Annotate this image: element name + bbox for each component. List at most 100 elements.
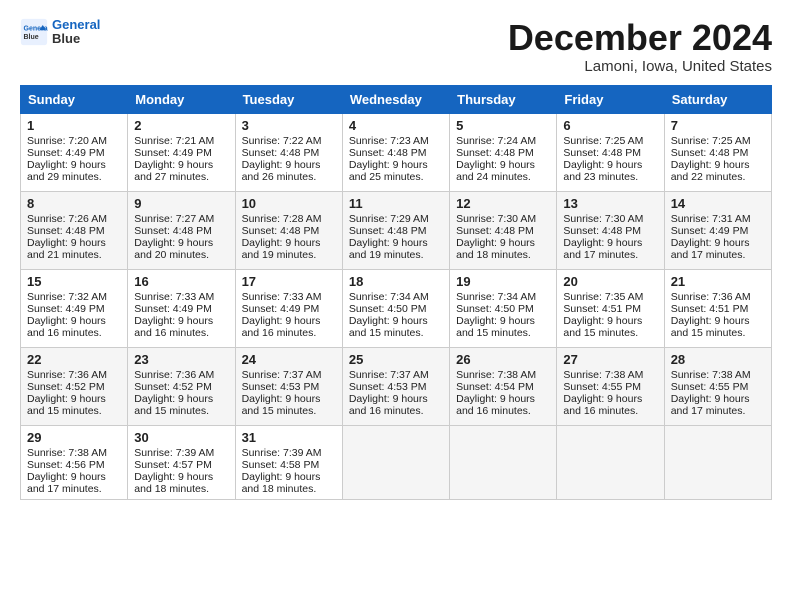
daylight: Daylight: 9 hours and 18 minutes. bbox=[456, 237, 550, 261]
day-number: 23 bbox=[134, 352, 228, 367]
day-number: 27 bbox=[563, 352, 657, 367]
day-number: 1 bbox=[27, 118, 121, 133]
weekday-header-wednesday: Wednesday bbox=[342, 85, 449, 113]
daylight: Daylight: 9 hours and 16 minutes. bbox=[563, 393, 657, 417]
sunrise: Sunrise: 7:26 AM bbox=[27, 213, 121, 225]
sunset: Sunset: 4:50 PM bbox=[456, 303, 550, 315]
sunset: Sunset: 4:49 PM bbox=[27, 147, 121, 159]
sunset: Sunset: 4:48 PM bbox=[349, 147, 443, 159]
daylight: Daylight: 9 hours and 19 minutes. bbox=[242, 237, 336, 261]
sunset: Sunset: 4:51 PM bbox=[563, 303, 657, 315]
day-number: 12 bbox=[456, 196, 550, 211]
daylight: Daylight: 9 hours and 17 minutes. bbox=[671, 237, 765, 261]
day-number: 18 bbox=[349, 274, 443, 289]
sunrise: Sunrise: 7:37 AM bbox=[349, 369, 443, 381]
daylight: Daylight: 9 hours and 18 minutes. bbox=[134, 471, 228, 495]
daylight: Daylight: 9 hours and 19 minutes. bbox=[349, 237, 443, 261]
day-number: 26 bbox=[456, 352, 550, 367]
calendar-cell: 15Sunrise: 7:32 AMSunset: 4:49 PMDayligh… bbox=[21, 269, 128, 347]
daylight: Daylight: 9 hours and 17 minutes. bbox=[563, 237, 657, 261]
calendar-cell: 2Sunrise: 7:21 AMSunset: 4:49 PMDaylight… bbox=[128, 113, 235, 191]
calendar-cell: 20Sunrise: 7:35 AMSunset: 4:51 PMDayligh… bbox=[557, 269, 664, 347]
sunset: Sunset: 4:52 PM bbox=[134, 381, 228, 393]
weekday-header-monday: Monday bbox=[128, 85, 235, 113]
calendar-cell: 25Sunrise: 7:37 AMSunset: 4:53 PMDayligh… bbox=[342, 347, 449, 425]
calendar-cell: 28Sunrise: 7:38 AMSunset: 4:55 PMDayligh… bbox=[664, 347, 771, 425]
day-number: 30 bbox=[134, 430, 228, 445]
day-number: 24 bbox=[242, 352, 336, 367]
daylight: Daylight: 9 hours and 21 minutes. bbox=[27, 237, 121, 261]
daylight: Daylight: 9 hours and 15 minutes. bbox=[563, 315, 657, 339]
sunrise: Sunrise: 7:36 AM bbox=[134, 369, 228, 381]
calendar-cell: 29Sunrise: 7:38 AMSunset: 4:56 PMDayligh… bbox=[21, 425, 128, 499]
calendar-cell: 7Sunrise: 7:25 AMSunset: 4:48 PMDaylight… bbox=[664, 113, 771, 191]
calendar-cell bbox=[557, 425, 664, 499]
calendar-table: SundayMondayTuesdayWednesdayThursdayFrid… bbox=[20, 85, 772, 500]
weekday-header-saturday: Saturday bbox=[664, 85, 771, 113]
calendar-cell: 26Sunrise: 7:38 AMSunset: 4:54 PMDayligh… bbox=[450, 347, 557, 425]
logo: General Blue General Blue bbox=[20, 18, 100, 47]
sunrise: Sunrise: 7:33 AM bbox=[242, 291, 336, 303]
daylight: Daylight: 9 hours and 15 minutes. bbox=[671, 315, 765, 339]
daylight: Daylight: 9 hours and 16 minutes. bbox=[242, 315, 336, 339]
sunrise: Sunrise: 7:32 AM bbox=[27, 291, 121, 303]
svg-text:Blue: Blue bbox=[24, 34, 39, 41]
sunset: Sunset: 4:58 PM bbox=[242, 459, 336, 471]
day-number: 4 bbox=[349, 118, 443, 133]
sunrise: Sunrise: 7:30 AM bbox=[563, 213, 657, 225]
sunrise: Sunrise: 7:25 AM bbox=[563, 135, 657, 147]
calendar-cell: 30Sunrise: 7:39 AMSunset: 4:57 PMDayligh… bbox=[128, 425, 235, 499]
calendar-cell bbox=[342, 425, 449, 499]
calendar-cell: 21Sunrise: 7:36 AMSunset: 4:51 PMDayligh… bbox=[664, 269, 771, 347]
sunrise: Sunrise: 7:37 AM bbox=[242, 369, 336, 381]
sunset: Sunset: 4:48 PM bbox=[27, 225, 121, 237]
daylight: Daylight: 9 hours and 16 minutes. bbox=[27, 315, 121, 339]
daylight: Daylight: 9 hours and 22 minutes. bbox=[671, 159, 765, 183]
calendar-cell bbox=[450, 425, 557, 499]
daylight: Daylight: 9 hours and 15 minutes. bbox=[349, 315, 443, 339]
calendar-cell: 3Sunrise: 7:22 AMSunset: 4:48 PMDaylight… bbox=[235, 113, 342, 191]
calendar-page: General Blue General Blue December 2024 … bbox=[0, 0, 792, 510]
daylight: Daylight: 9 hours and 15 minutes. bbox=[242, 393, 336, 417]
logo-blue: Blue bbox=[52, 32, 100, 46]
sunrise: Sunrise: 7:27 AM bbox=[134, 213, 228, 225]
day-number: 3 bbox=[242, 118, 336, 133]
sunrise: Sunrise: 7:39 AM bbox=[242, 447, 336, 459]
sunset: Sunset: 4:48 PM bbox=[456, 147, 550, 159]
logo-icon: General Blue bbox=[20, 18, 48, 46]
daylight: Daylight: 9 hours and 27 minutes. bbox=[134, 159, 228, 183]
calendar-cell: 14Sunrise: 7:31 AMSunset: 4:49 PMDayligh… bbox=[664, 191, 771, 269]
calendar-cell: 19Sunrise: 7:34 AMSunset: 4:50 PMDayligh… bbox=[450, 269, 557, 347]
daylight: Daylight: 9 hours and 17 minutes. bbox=[27, 471, 121, 495]
sunrise: Sunrise: 7:23 AM bbox=[349, 135, 443, 147]
calendar-cell: 6Sunrise: 7:25 AMSunset: 4:48 PMDaylight… bbox=[557, 113, 664, 191]
day-number: 9 bbox=[134, 196, 228, 211]
calendar-cell bbox=[664, 425, 771, 499]
day-number: 28 bbox=[671, 352, 765, 367]
sunrise: Sunrise: 7:34 AM bbox=[349, 291, 443, 303]
day-number: 5 bbox=[456, 118, 550, 133]
sunset: Sunset: 4:52 PM bbox=[27, 381, 121, 393]
sunrise: Sunrise: 7:20 AM bbox=[27, 135, 121, 147]
daylight: Daylight: 9 hours and 18 minutes. bbox=[242, 471, 336, 495]
sunrise: Sunrise: 7:34 AM bbox=[456, 291, 550, 303]
weekday-header-friday: Friday bbox=[557, 85, 664, 113]
sunset: Sunset: 4:53 PM bbox=[242, 381, 336, 393]
calendar-cell: 31 Sunrise: 7:39 AMSunset: 4:58 PMDayligh… bbox=[235, 425, 342, 499]
sunset: Sunset: 4:48 PM bbox=[563, 147, 657, 159]
sunrise: Sunrise: 7:25 AM bbox=[671, 135, 765, 147]
sunset: Sunset: 4:48 PM bbox=[671, 147, 765, 159]
sunrise: Sunrise: 7:36 AM bbox=[671, 291, 765, 303]
sunrise: Sunrise: 7:29 AM bbox=[349, 213, 443, 225]
sunset: Sunset: 4:50 PM bbox=[349, 303, 443, 315]
sunset: Sunset: 4:49 PM bbox=[242, 303, 336, 315]
calendar-cell: 23Sunrise: 7:36 AMSunset: 4:52 PMDayligh… bbox=[128, 347, 235, 425]
logo-general: General bbox=[52, 18, 100, 32]
sunrise: Sunrise: 7:38 AM bbox=[456, 369, 550, 381]
day-number: 31 bbox=[242, 430, 336, 445]
day-number: 10 bbox=[242, 196, 336, 211]
daylight: Daylight: 9 hours and 25 minutes. bbox=[349, 159, 443, 183]
sunrise: Sunrise: 7:28 AM bbox=[242, 213, 336, 225]
sunset: Sunset: 4:53 PM bbox=[349, 381, 443, 393]
sunrise: Sunrise: 7:33 AM bbox=[134, 291, 228, 303]
